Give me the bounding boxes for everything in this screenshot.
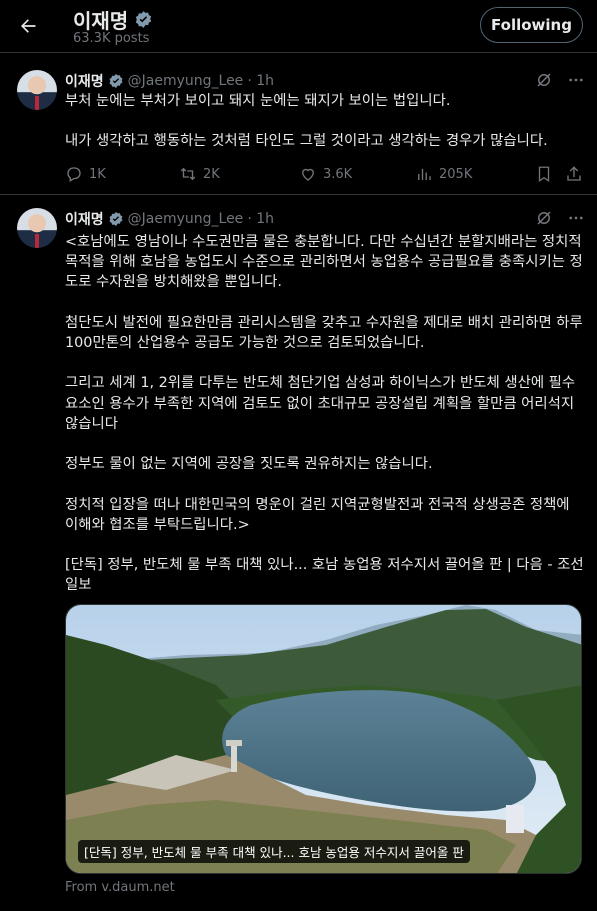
profile-name-text: 이재명 — [73, 9, 129, 33]
grok-icon[interactable] — [535, 71, 553, 89]
card-caption: [단독] 정부, 반도체 물 부족 대책 있나... 호남 농업용 저수지서 끌… — [78, 840, 470, 863]
card-source[interactable]: From v.daum.net — [65, 880, 175, 895]
author-name[interactable]: 이재명 — [65, 71, 104, 91]
avatar[interactable] — [17, 70, 57, 110]
view-count: 205K — [439, 166, 473, 182]
like-count: 3.6K — [323, 166, 353, 182]
grok-icon[interactable] — [535, 209, 553, 227]
reply-button[interactable]: 1K — [65, 165, 106, 183]
author-handle[interactable]: @Jaemyung_Lee — [128, 211, 244, 227]
tweet-actions: 1K 2K 3.6K 205K — [65, 165, 585, 185]
profile-header: 이재명 63.3K posts Following — [0, 0, 597, 53]
bookmark-icon[interactable] — [535, 165, 553, 183]
views-icon — [418, 168, 431, 180]
reply-icon — [67, 167, 81, 182]
repost-count: 2K — [203, 166, 220, 182]
like-button[interactable]: 3.6K — [299, 165, 352, 183]
following-button[interactable]: Following — [480, 7, 583, 43]
more-icon[interactable] — [567, 71, 585, 89]
avatar[interactable] — [17, 208, 57, 248]
post-count: 63.3K posts — [73, 31, 150, 46]
back-button[interactable] — [14, 12, 42, 40]
tweet-meta: 이재명 @Jaemyung_Lee · 1h — [65, 209, 274, 229]
verified-badge-icon — [109, 74, 123, 88]
views-button[interactable]: 205K — [415, 165, 472, 183]
reply-count: 1K — [89, 166, 106, 182]
tweet-text: <호남에도 영남이나 수도권만큼 물은 충분합니다. 다만 수십년간 분할지배라… — [65, 234, 584, 594]
profile-name: 이재명 — [73, 5, 153, 34]
repost-button[interactable]: 2K — [179, 165, 220, 183]
share-icon[interactable] — [565, 165, 583, 183]
verified-badge-icon — [136, 11, 152, 28]
tweet-time[interactable]: · 1h — [247, 73, 274, 89]
verified-badge-icon — [109, 212, 123, 226]
more-icon[interactable] — [567, 209, 585, 227]
tweet-top-icons — [535, 71, 585, 89]
link-card[interactable]: [단독] 정부, 반도체 물 부족 대책 있나... 호남 농업용 저수지서 끌… — [65, 604, 582, 874]
arrow-left-icon — [21, 19, 36, 33]
tweet-top-icons — [535, 209, 585, 227]
heart-icon — [302, 168, 314, 181]
tweet-meta: 이재명 @Jaemyung_Lee · 1h — [65, 71, 274, 91]
tweet-time[interactable]: · 1h — [247, 211, 274, 227]
tweet-1[interactable]: 이재명 @Jaemyung_Lee · 1h 부처 눈에는 부처가 보이고 돼지… — [0, 58, 597, 195]
tweet-text: 부처 눈에는 부처가 보이고 돼지 눈에는 돼지가 보이는 법입니다. 내가 생… — [65, 93, 548, 150]
repost-icon — [180, 167, 196, 181]
reservoir-image — [66, 605, 581, 873]
author-name[interactable]: 이재명 — [65, 209, 104, 229]
author-handle[interactable]: @Jaemyung_Lee — [128, 73, 244, 89]
